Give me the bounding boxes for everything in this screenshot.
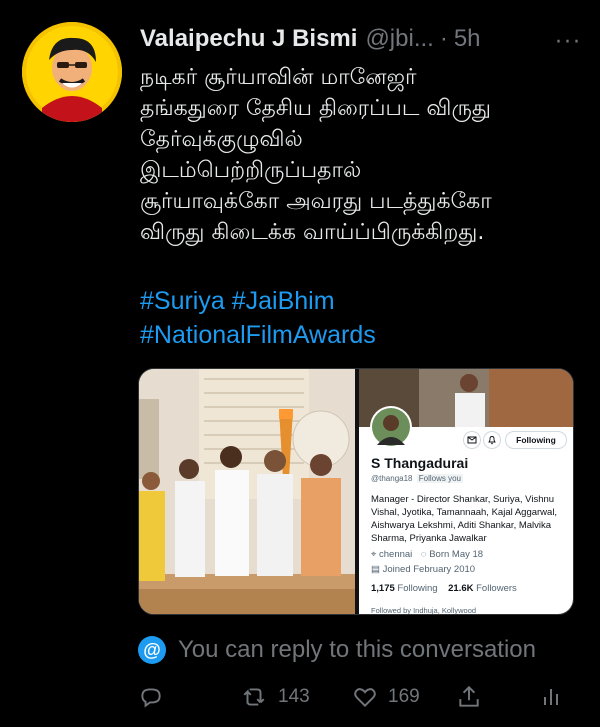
tweet-media[interactable]: Following S Thangadurai @thanga18 Follow… (138, 368, 574, 615)
profile-stats: 1,175 Following 21.6K Followers (371, 583, 517, 594)
profile-name: S Thangadurai (371, 455, 469, 471)
retweet-icon (243, 688, 265, 706)
separator-dot: · (439, 25, 448, 52)
analytics-icon (544, 689, 558, 705)
following-count: 1,175 (371, 583, 395, 594)
reply-notice-text: You can reply to this conversation (178, 636, 536, 663)
at-icon: @ (138, 636, 166, 664)
more-options-icon[interactable]: ··· (555, 30, 582, 55)
hashtag-link[interactable]: #NationalFilmAwards (140, 318, 376, 352)
tweet-text-line: சூர்யாவுக்கோ அவரது படத்துக்கோ (140, 189, 492, 214)
media-photo-group[interactable] (139, 369, 355, 614)
calendar-icon: ▤ (371, 564, 380, 575)
following-button[interactable]: Following (505, 431, 567, 449)
tweet-text: நடிகர் சூர்யாவின் மானேஜர் தங்கதுரை தேசிய… (140, 62, 585, 248)
message-icon[interactable] (463, 431, 481, 449)
group-photo (139, 369, 355, 614)
tweet-text-line: நடிகர் சூர்யாவின் மானேஜர் (140, 65, 417, 90)
tweet-text-line: இடம்பெற்றிருப்பதால் (140, 158, 362, 183)
following-label: Following (397, 583, 438, 594)
tweet-text-line: தேர்வுக்குழுவில் (140, 127, 303, 152)
hashtag-link[interactable]: #Suriya (140, 284, 225, 318)
retweet-button[interactable]: 143 (240, 680, 310, 714)
like-button[interactable]: 169 (352, 680, 420, 714)
like-count: 169 (388, 686, 420, 707)
retweet-count: 143 (278, 686, 310, 707)
share-icon (459, 685, 479, 707)
reply-icon (141, 688, 161, 708)
profile-meta: ⌖ chennai ◌ Born May 18 (371, 549, 483, 560)
profile-birthday: Born May 18 (429, 549, 484, 560)
hashtags: #Suriya #JaiBhim #NationalFilmAwards (140, 284, 585, 352)
profile-handle: @thanga18 (371, 474, 413, 483)
author-handle[interactable]: @jbi... (365, 25, 433, 53)
tweet-header: Valaipechu J Bismi @jbi... · 5h (140, 22, 580, 56)
followers-count: 21.6K (448, 583, 474, 594)
share-button[interactable] (456, 680, 482, 714)
profile-joined: Joined February 2010 (382, 564, 476, 575)
profile-location: chennai (379, 549, 413, 560)
reply-button[interactable] (138, 680, 164, 714)
notification-bell-icon[interactable] (483, 431, 501, 449)
heart-icon (354, 688, 376, 708)
location-icon: ⌖ (371, 549, 377, 560)
profile-handle-line: @thanga18 Follows you (371, 474, 463, 483)
tweet-timestamp[interactable]: 5h (454, 25, 481, 53)
tweet[interactable]: Valaipechu J Bismi @jbi... · 5h ··· நடிக… (0, 0, 600, 727)
birthday-icon: ◌ (420, 549, 427, 560)
analytics-button[interactable] (540, 680, 562, 714)
profile-bio: Manager - Director Shankar, Suriya, Vish… (371, 494, 558, 544)
tweet-actions: 143 169 (0, 680, 600, 714)
author-display-name[interactable]: Valaipechu J Bismi (140, 25, 357, 53)
followers-label: Followers (476, 583, 517, 594)
follows-you-badge: Follows you (416, 474, 463, 483)
tweet-text-line: விருது கிடைக்க வாய்ப்பிருக்கிறது. (140, 220, 485, 245)
hashtag-link[interactable]: #JaiBhim (232, 284, 335, 318)
profile-followed-by: Followed by Indhuja, Kollywood (371, 606, 477, 615)
reply-notice: @ You can reply to this conversation (138, 636, 536, 664)
author-avatar[interactable] (22, 22, 122, 122)
media-profile-screenshot[interactable]: Following S Thangadurai @thanga18 Follow… (359, 369, 573, 615)
tweet-text-line: தங்கதுரை தேசிய திரைப்பட விருது (140, 96, 491, 121)
avatar-caricature (22, 22, 122, 122)
profile-avatar (370, 406, 412, 448)
profile-joined-line: ▤ Joined February 2010 (371, 564, 475, 575)
